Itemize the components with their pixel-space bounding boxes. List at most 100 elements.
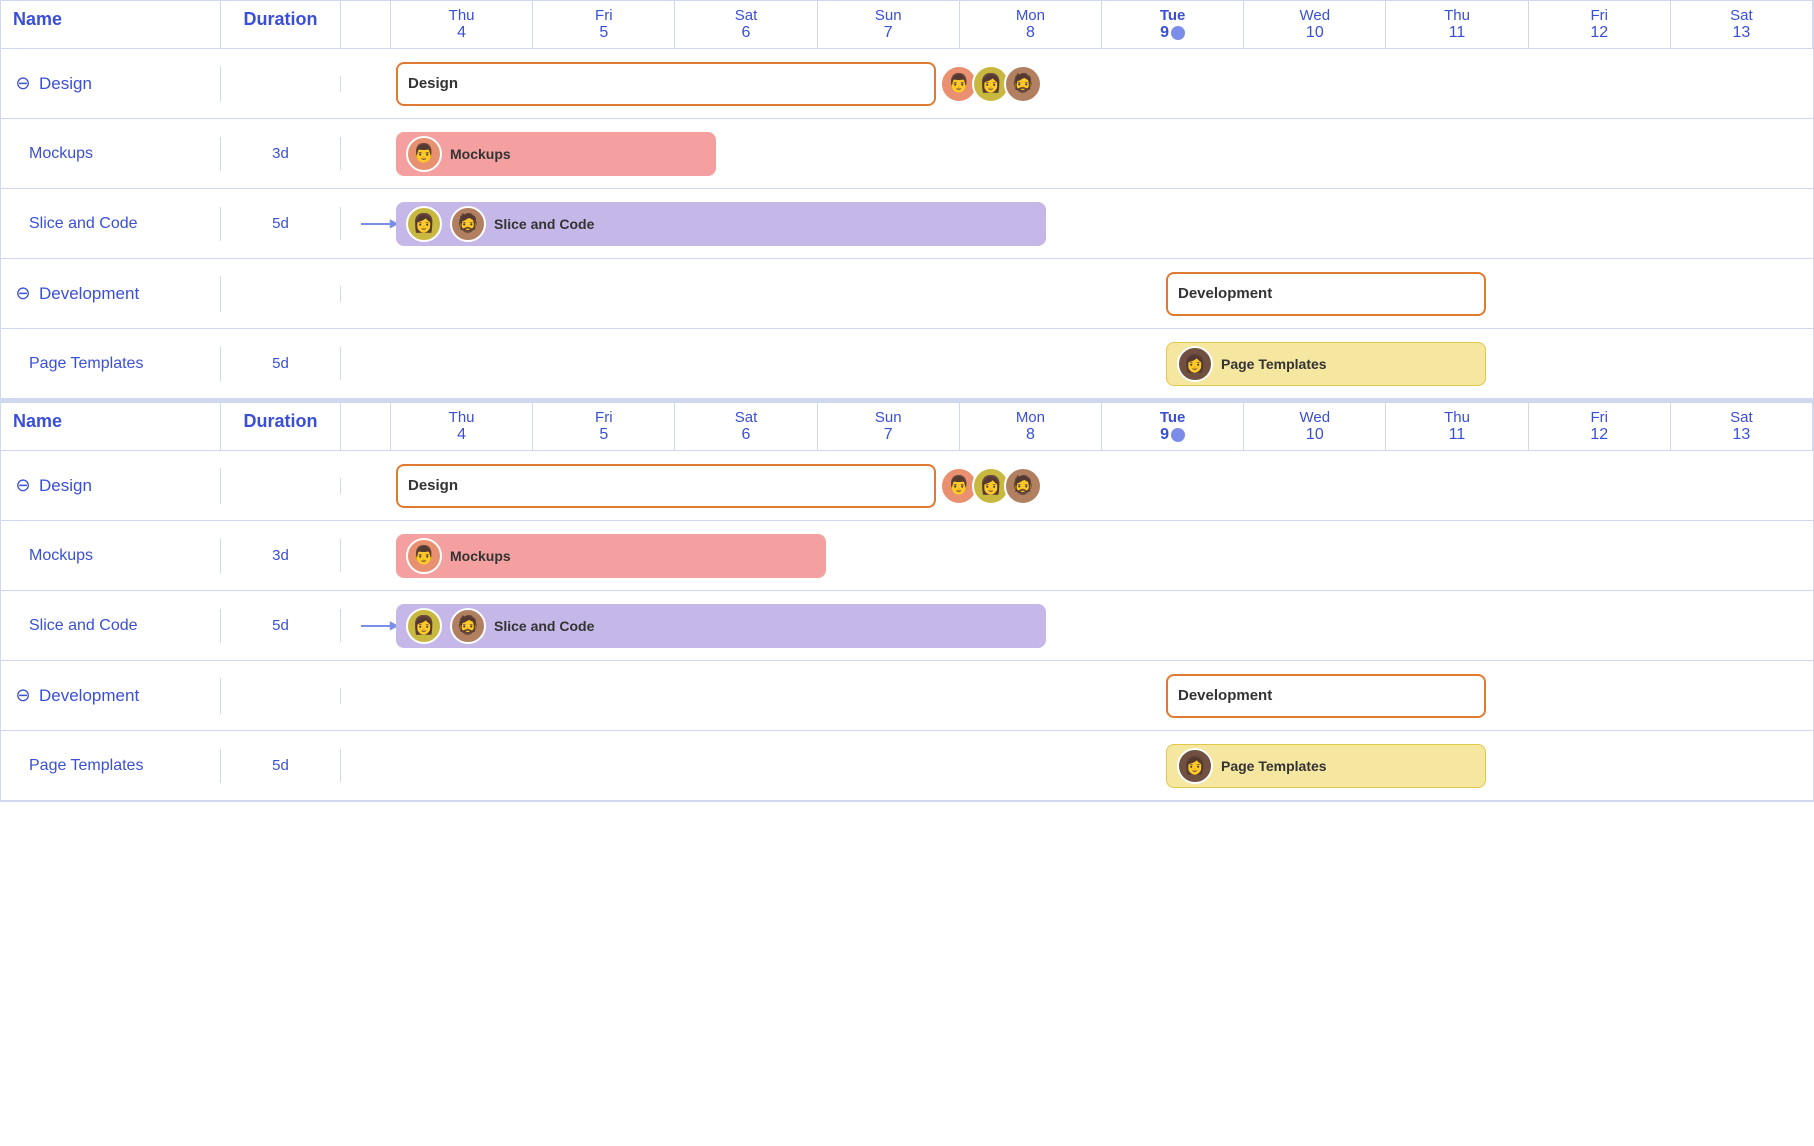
day-name-span: Sat: [679, 409, 812, 426]
row-name-3: ⊖ Development: [1, 276, 221, 312]
avatar-av3: 🧔: [1004, 65, 1042, 103]
day-num-span: 5: [537, 24, 670, 42]
header-day-7-0: Sun7: [818, 1, 960, 48]
row-name-3: ⊖ Development: [1, 678, 221, 714]
header-duration-1: Duration: [221, 403, 341, 450]
day-name-span: Fri: [1533, 7, 1666, 24]
header-day-8-1: Mon8: [960, 403, 1102, 450]
day-num-span: 4: [395, 24, 528, 42]
row-name-4: Page Templates: [1, 347, 221, 381]
avatar-av3: 🧔: [450, 206, 486, 242]
day-name-span: Wed: [1248, 409, 1381, 426]
row-name-text: Slice and Code: [29, 215, 138, 233]
gantt-body-0: ⊖DesignDesign👨👩🧔Mockups3d👨MockupsSlice a…: [1, 49, 1813, 399]
header-name-0: Name: [1, 1, 221, 48]
header-day-13-0: Sat13: [1671, 1, 1813, 48]
row-name-text: Design: [39, 476, 92, 496]
task-bar-outline-3[interactable]: Development: [1166, 272, 1486, 316]
row-name-2: Slice and Code: [1, 207, 221, 241]
header-day-13-1: Sat13: [1671, 403, 1813, 450]
header-day-12-0: Fri12: [1529, 1, 1671, 48]
day-num-span: 9: [1106, 24, 1239, 42]
day-num-span: 5: [537, 426, 670, 444]
gantt-row-0-0: ⊖DesignDesign👨👩🧔: [1, 49, 1813, 119]
task-bar-outline-0[interactable]: Design: [396, 464, 936, 508]
row-name-4: Page Templates: [1, 749, 221, 783]
task-bar-yellow-4[interactable]: 👩Page Templates: [1166, 342, 1486, 386]
day-name-span: Sun: [822, 7, 955, 24]
task-bar-pink-1[interactable]: 👨Mockups: [396, 534, 826, 578]
avatar-av1: 👨: [406, 538, 442, 574]
bar-label: Slice and Code: [494, 216, 594, 232]
day-name-span: Thu: [1390, 409, 1523, 426]
row-name-text: Design: [39, 74, 92, 94]
day-num-span: 9: [1106, 426, 1239, 444]
bar-label: Development: [1178, 687, 1272, 704]
day-name-span: Mon: [964, 7, 1097, 24]
task-bar-purple-2[interactable]: 👩🧔Slice and Code: [396, 202, 1046, 246]
gantt-row-1-0: Mockups 3d 👨 Mockups: [1, 119, 1813, 189]
row-duration-1: 3d: [221, 539, 341, 572]
task-bar-pink-1[interactable]: 👨 Mockups: [396, 132, 716, 176]
row-name-text: Mockups: [29, 547, 93, 565]
task-bar-outline-0[interactable]: Design: [396, 62, 936, 106]
avatar-av3: 🧔: [450, 608, 486, 644]
bar-label: Design: [408, 75, 458, 92]
header-duration-0: Duration: [221, 1, 341, 48]
header-day-10-1: Wed10: [1244, 403, 1386, 450]
task-bar-purple-2[interactable]: 👩🧔Slice and Code: [396, 604, 1046, 648]
task-bar-outline-3[interactable]: Development: [1166, 674, 1486, 718]
day-num-span: 13: [1675, 24, 1808, 42]
task-bar-yellow-4[interactable]: 👩Page Templates: [1166, 744, 1486, 788]
row-duration-4: 5d: [221, 749, 341, 782]
collapse-icon[interactable]: ⊖: [13, 74, 33, 94]
row-name-text: Development: [39, 284, 139, 304]
bar-label: Mockups: [450, 146, 511, 162]
row-duration-3: [221, 286, 341, 302]
day-name-span: Fri: [537, 409, 670, 426]
gantt-row-0-1: ⊖DesignDesign👨👩🧔: [1, 451, 1813, 521]
gantt-row-3-1: ⊖ Development Development: [1, 661, 1813, 731]
avatar-av4: 👩: [1177, 748, 1213, 784]
day-name-span: Mon: [964, 409, 1097, 426]
day-name-span: Sat: [1675, 7, 1808, 24]
header-day-8-0: Mon8: [960, 1, 1102, 48]
gantt-row-2-0: Slice and Code5d👩🧔Slice and Code: [1, 189, 1813, 259]
gantt-row-4-1: Page Templates 5d 👩Page Templates: [1, 731, 1813, 801]
row-name-text: Slice and Code: [29, 617, 138, 635]
day-num-span: 11: [1390, 426, 1523, 444]
row-name-1: Mockups: [1, 539, 221, 573]
day-name-span: Wed: [1248, 7, 1381, 24]
day-name-span: Sat: [1675, 409, 1808, 426]
header-day-10-0: Wed10: [1244, 1, 1386, 48]
row-duration-3: [221, 688, 341, 704]
avatar-av2: 👩: [406, 608, 442, 644]
day-num-span: 8: [964, 24, 1097, 42]
collapse-icon[interactable]: ⊖: [13, 476, 33, 496]
day-num-span: 7: [822, 24, 955, 42]
avatar-av3: 🧔: [1004, 467, 1042, 505]
day-num-span: 7: [822, 426, 955, 444]
row-duration-0: [221, 76, 341, 92]
today-marker: [1171, 428, 1185, 442]
avatar-av1: 👨: [406, 136, 442, 172]
day-num-span: 6: [679, 24, 812, 42]
collapse-icon[interactable]: ⊖: [13, 284, 33, 304]
row-name-text: Page Templates: [29, 757, 143, 775]
gantt-header-1: NameDurationThu4Fri5Sat6Sun7Mon8Tue9Wed1…: [1, 403, 1813, 451]
gantt-row-1-1: Mockups 3d 👨Mockups: [1, 521, 1813, 591]
header-day-partial-0: [341, 1, 391, 48]
collapse-icon[interactable]: ⊖: [13, 686, 33, 706]
header-day-6-0: Sat6: [675, 1, 817, 48]
row-name-text: Development: [39, 686, 139, 706]
day-name-span: Tue: [1106, 409, 1239, 426]
day-name-span: Fri: [537, 7, 670, 24]
gantt-body-1: ⊖DesignDesign👨👩🧔Mockups3d👨MockupsSlice a…: [1, 451, 1813, 801]
row-duration-1: 3d: [221, 137, 341, 170]
row-duration-0: [221, 478, 341, 494]
header-day-4-1: Thu4: [391, 403, 533, 450]
day-num-span: 10: [1248, 24, 1381, 42]
gantt-header-0: NameDurationThu4Fri5Sat6Sun7Mon8Tue9Wed1…: [1, 1, 1813, 49]
header-day-12-1: Fri12: [1529, 403, 1671, 450]
today-marker: [1171, 26, 1185, 40]
